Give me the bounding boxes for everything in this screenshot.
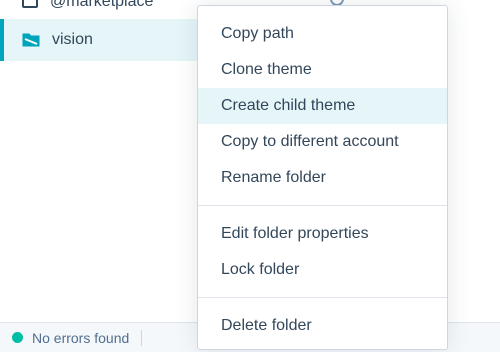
menu-item-copy-path[interactable]: Copy path [198,16,447,52]
menu-item-clone-theme[interactable]: Clone theme [198,52,447,88]
menu-item-lock-folder[interactable]: Lock folder [198,252,447,288]
tree-item-label: @marketplace [50,0,154,10]
context-menu: Copy path Clone theme Create child theme Co… [197,5,448,350]
design-manager-view: @marketplace vision No errors found Copy… [0,0,500,352]
menu-item-create-child-theme[interactable]: Create child theme [198,88,447,124]
menu-item-edit-folder-properties[interactable]: Edit folder properties [198,216,447,252]
menu-divider [198,297,447,298]
folder-icon [22,32,40,48]
status-divider [141,329,143,346]
menu-item-delete-folder[interactable]: Delete folder [198,308,447,344]
menu-divider [198,205,447,206]
status-text: No errors found [32,329,130,346]
menu-item-rename-folder[interactable]: Rename folder [198,160,447,196]
status-ok-icon [12,332,23,343]
selection-indicator [0,19,4,61]
menu-item-copy-to-different-account[interactable]: Copy to different account [198,124,447,160]
folder-icon [22,0,38,8]
tree-item-label: vision [52,31,93,48]
